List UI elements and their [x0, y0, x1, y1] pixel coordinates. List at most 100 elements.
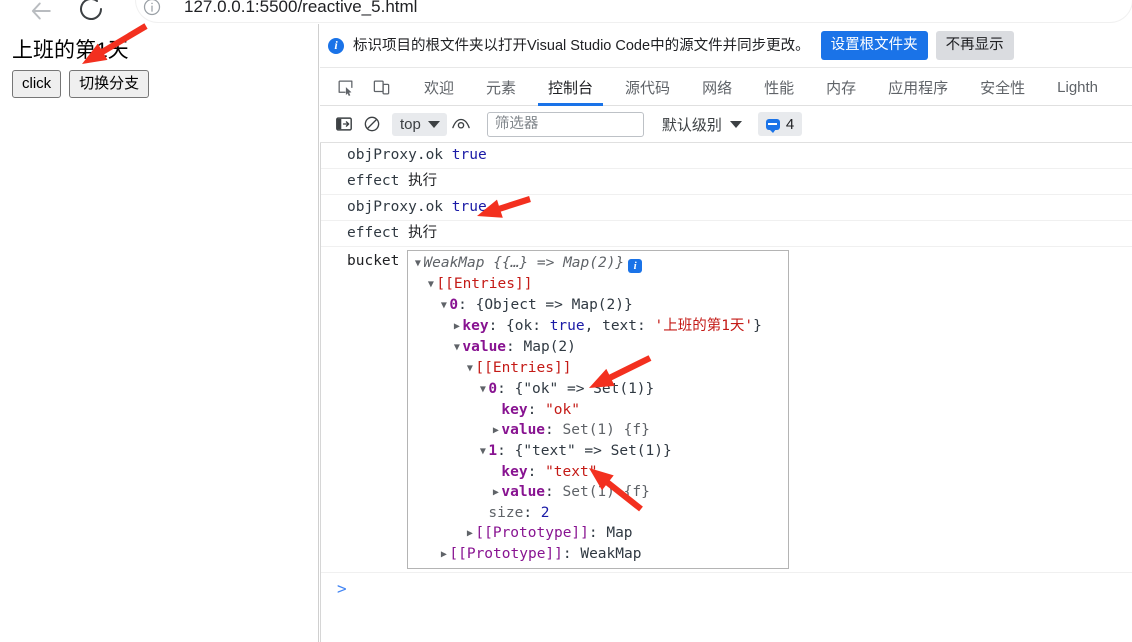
live-expression-eye-icon[interactable] — [447, 110, 475, 138]
object-tree-line[interactable]: 1: {"text" => Set(1)} — [408, 441, 788, 462]
object-tree-line[interactable]: [[Prototype]]: Map — [408, 523, 788, 544]
disclosure-closed-icon[interactable] — [438, 545, 449, 565]
prompt-caret-icon: > — [337, 578, 347, 598]
object-tree-line[interactable]: value: Set(1) {f} — [408, 482, 788, 503]
tree-token: : {"text" => Set(1)} — [497, 443, 672, 459]
console-log-area[interactable]: objProxy.ok true effect 执行 objProxy.ok tru… — [320, 143, 1132, 642]
switch-branch-button[interactable]: 切换分支 — [69, 70, 150, 98]
log-level-label: 默认级别 — [661, 116, 722, 134]
tree-token: size — [488, 505, 524, 521]
console-message-token: true — [451, 199, 487, 215]
tree-token: 2 — [540, 505, 550, 521]
disclosure-open-icon[interactable] — [438, 296, 449, 316]
object-tree-line[interactable]: size: 2 — [408, 503, 788, 523]
site-info-icon[interactable] — [142, 0, 162, 17]
tree-token: : WeakMap — [562, 546, 642, 562]
tree-token: 0 — [449, 297, 459, 313]
tree-token: [[Prototype]] — [475, 525, 589, 541]
disclosure-open-icon[interactable] — [451, 338, 462, 358]
set-root-folder-button[interactable]: 设置根文件夹 — [820, 31, 928, 60]
console-message: objProxy.ok true — [321, 195, 1132, 221]
tab-performance[interactable]: 性能 — [748, 69, 810, 106]
console-prompt-row[interactable]: > — [321, 573, 1132, 603]
tree-token: key — [501, 464, 528, 480]
tree-token: value — [501, 484, 546, 500]
address-bar[interactable]: 127.0.0.1:5500/reactive_5.html — [136, 0, 1132, 22]
device-toolbar-icon[interactable] — [366, 72, 396, 102]
console-message-token: objProxy.ok — [347, 147, 452, 163]
disclosure-open-icon[interactable] — [412, 254, 423, 274]
tree-token: "ok" — [545, 402, 580, 418]
tree-token: Set(1) {f} — [562, 484, 650, 500]
tree-token: true — [549, 318, 585, 334]
chevron-down-icon — [427, 120, 440, 128]
tree-token: [[Entries]] — [436, 276, 533, 292]
console-message-list: objProxy.ok true effect 执行 objProxy.ok tru… — [321, 143, 1132, 573]
dont-show-again-button[interactable]: 不再显示 — [935, 31, 1014, 60]
object-tree-line[interactable]: key: {ok: true, text: '上班的第1天'} — [408, 316, 788, 337]
disclosure-open-icon[interactable] — [425, 275, 436, 295]
disclosure-open-icon[interactable] — [464, 359, 475, 379]
tab-lighthouse[interactable]: Lighth — [1041, 69, 1114, 106]
tree-token: 0 — [488, 381, 498, 397]
console-message-token: effect — [347, 225, 409, 241]
tree-token: : Map — [588, 525, 633, 541]
tree-token: key — [501, 402, 528, 418]
console-message: effect 执行 — [321, 169, 1132, 195]
tab-elements[interactable]: 元素 — [470, 69, 532, 106]
tree-token: "text" — [545, 464, 598, 480]
tree-token: : — [545, 484, 563, 500]
tree-token: Set(1) {f} — [562, 422, 650, 438]
object-tree-line[interactable]: value: Map(2) — [408, 337, 788, 358]
back-arrow-icon[interactable] — [26, 0, 56, 24]
execution-context-label: top — [400, 115, 421, 133]
filter-input[interactable] — [486, 111, 644, 137]
tab-security[interactable]: 安全性 — [964, 69, 1041, 106]
inspect-element-icon[interactable] — [330, 72, 360, 102]
tree-token: : — [527, 464, 546, 480]
page-button-group: click 切换分支 — [12, 70, 150, 98]
tree-token: [[Entries]] — [475, 360, 572, 376]
disclosure-open-icon[interactable] — [477, 442, 488, 462]
object-info-icon[interactable]: i — [628, 259, 643, 273]
object-tree-line[interactable]: 0: {Object => Map(2)} — [408, 295, 788, 316]
object-tree-line[interactable]: WeakMap {{…} => Map(2)}i — [408, 253, 788, 274]
console-sidebar-icon[interactable] — [330, 110, 358, 138]
banner-message: 标识项目的根文件夹以打开Visual Studio Code中的源文件并同步更改… — [353, 37, 810, 54]
console-message-token: 执行 — [408, 225, 438, 241]
tree-token: : — [545, 422, 563, 438]
disclosure-closed-icon[interactable] — [464, 524, 475, 544]
tab-welcome[interactable]: 欢迎 — [408, 69, 470, 106]
reload-icon[interactable] — [76, 0, 106, 24]
devtools-tab-list: 欢迎 元素 控制台 源代码 网络 性能 内存 应用程序 安全性 Lighth — [408, 69, 1114, 106]
tree-token: : {Object => Map(2)} — [458, 297, 633, 313]
tab-memory[interactable]: 内存 — [810, 69, 872, 106]
execution-context-dropdown[interactable]: top — [392, 112, 447, 136]
object-tree-line[interactable]: key: "text" — [408, 462, 788, 482]
click-button[interactable]: click — [12, 70, 62, 98]
disclosure-closed-icon[interactable] — [451, 317, 462, 337]
devtools-tabstrip: 欢迎 元素 控制台 源代码 网络 性能 内存 应用程序 安全性 Lighth — [320, 69, 1132, 106]
tab-application[interactable]: 应用程序 — [872, 69, 964, 106]
object-log-label: bucket — [347, 253, 400, 269]
object-tree-line[interactable]: [[Entries]] — [408, 358, 788, 379]
object-tree-line[interactable]: [[Prototype]]: WeakMap — [408, 544, 788, 565]
disclosure-closed-icon[interactable] — [490, 421, 501, 441]
disclosure-open-icon[interactable] — [477, 380, 488, 400]
object-tree-box: WeakMap {{…} => Map(2)}i[[Entries]]0: {O… — [407, 250, 790, 569]
tab-network[interactable]: 网络 — [686, 69, 748, 106]
tab-console[interactable]: 控制台 — [532, 69, 609, 106]
object-tree-line[interactable]: [[Entries]] — [408, 274, 788, 295]
console-toolbar: top 默认级别 4 — [320, 106, 1132, 143]
object-tree-line[interactable]: value: Set(1) {f} — [408, 420, 788, 441]
tree-token: : {"ok" => Set(1)} — [497, 381, 655, 397]
clear-console-icon[interactable] — [358, 110, 386, 138]
message-count-badge[interactable]: 4 — [757, 112, 803, 136]
tab-sources[interactable]: 源代码 — [609, 69, 686, 106]
vscode-banner: i 标识项目的根文件夹以打开Visual Studio Code中的源文件并同步… — [320, 24, 1132, 68]
object-tree-line[interactable]: key: "ok" — [408, 400, 788, 420]
console-message-token: effect — [347, 173, 409, 189]
disclosure-closed-icon[interactable] — [490, 483, 501, 503]
log-level-dropdown[interactable]: 默认级别 — [662, 114, 742, 135]
object-tree-line[interactable]: 0: {"ok" => Set(1)} — [408, 379, 788, 400]
